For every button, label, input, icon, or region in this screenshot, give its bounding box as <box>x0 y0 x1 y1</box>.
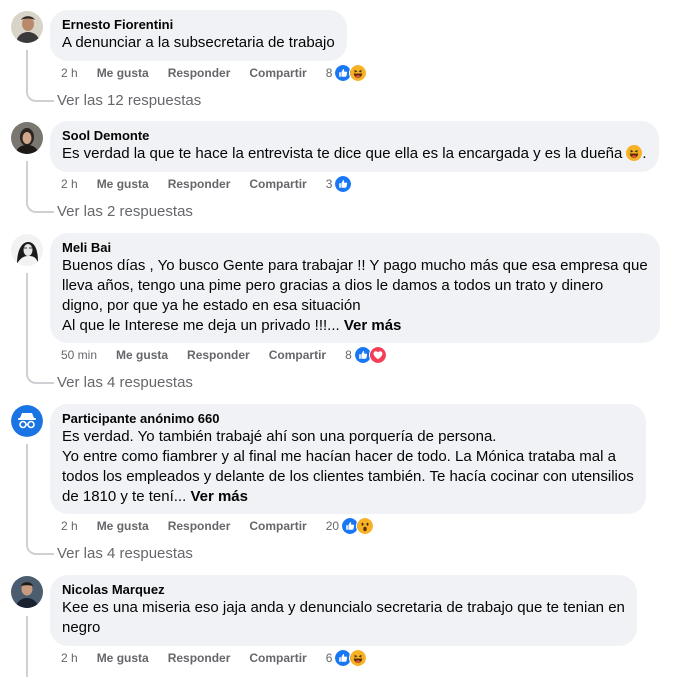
avatar[interactable] <box>11 122 43 154</box>
share-button[interactable]: Compartir <box>249 651 306 665</box>
see-more-link[interactable]: Ver más <box>190 488 248 505</box>
reply-button[interactable]: Responder <box>187 348 250 362</box>
comment-time[interactable]: 2 h <box>61 66 78 80</box>
comment-text-suffix: . <box>642 145 647 162</box>
reply-button[interactable]: Responder <box>168 651 231 665</box>
like-button[interactable]: Me gusta <box>97 66 149 80</box>
comment-actions: 2 h Me gusta Responder Compartir 8 <box>61 64 368 82</box>
grinning-emoji-icon <box>626 145 642 161</box>
comment-bubble: Nicolas Marquez Kee es una miseria eso j… <box>50 575 637 646</box>
reaction-summary[interactable]: 8 <box>326 64 368 82</box>
comment-actions: 2 h Me gusta Responder Compartir 6 <box>61 649 368 667</box>
haha-icon <box>349 649 368 667</box>
like-button[interactable]: Me gusta <box>116 348 168 362</box>
thread-connector <box>26 273 54 384</box>
comment-text: A denunciar a la subsecretaria de trabaj… <box>62 34 335 51</box>
haha-icon <box>349 64 368 82</box>
share-button[interactable]: Compartir <box>249 66 306 80</box>
comment-bubble: Meli Bai Buenos días , Yo busco Gente pa… <box>50 233 660 343</box>
comment-text: Buenos días , Yo busco Gente para trabaj… <box>62 256 648 336</box>
comment-time[interactable]: 2 h <box>61 519 78 533</box>
comment-author[interactable]: Participante anónimo 660 <box>62 411 634 427</box>
comment-bubble: Ernesto Fiorentini A denunciar a la subs… <box>50 10 347 61</box>
comment-text-body: Es verdad la que te hace la entrevista t… <box>62 145 623 162</box>
love-icon <box>368 346 387 364</box>
reaction-count: 20 <box>325 519 340 533</box>
avatar[interactable] <box>11 11 43 43</box>
thread-connector <box>26 616 54 677</box>
reaction-summary[interactable]: 3 <box>326 175 353 193</box>
see-more-link[interactable]: Ver más <box>344 317 402 334</box>
wow-icon <box>356 517 375 535</box>
comment-time[interactable]: 2 h <box>61 177 78 191</box>
avatar[interactable] <box>11 234 43 266</box>
avatar[interactable] <box>11 576 43 608</box>
view-replies-link[interactable]: Ver las 12 respuestas <box>57 92 201 110</box>
reaction-count: 8 <box>325 66 333 80</box>
share-button[interactable]: Compartir <box>249 177 306 191</box>
comment-bubble: Sool Demonte Es verdad la que te hace la… <box>50 121 659 172</box>
comment-text: Kee es una miseria eso jaja anda y denun… <box>62 599 625 636</box>
share-button[interactable]: Compartir <box>269 348 326 362</box>
share-button[interactable]: Compartir <box>249 519 306 533</box>
comment-author[interactable]: Meli Bai <box>62 240 648 256</box>
comment-author[interactable]: Sool Demonte <box>62 128 647 144</box>
comment-text: Es verdad la que te hace la entrevista t… <box>62 144 647 164</box>
thread-connector <box>26 444 54 555</box>
comment-bubble: Participante anónimo 660 Es verdad. Yo t… <box>50 404 646 514</box>
like-button[interactable]: Me gusta <box>97 519 149 533</box>
thread-connector <box>26 161 54 213</box>
like-button[interactable]: Me gusta <box>97 651 149 665</box>
comment-actions: 2 h Me gusta Responder Compartir 3 <box>61 175 353 193</box>
reaction-summary[interactable]: 8 <box>345 346 387 364</box>
reply-button[interactable]: Responder <box>168 66 231 80</box>
reaction-count: 6 <box>325 651 333 665</box>
comment-time[interactable]: 2 h <box>61 651 78 665</box>
reaction-summary[interactable]: 20 <box>325 517 375 535</box>
comment-text: Es verdad. Yo también trabajé ahí son un… <box>62 427 634 507</box>
comment-actions: 2 h Me gusta Responder Compartir 20 <box>61 517 375 535</box>
reaction-count: 3 <box>325 177 333 191</box>
reaction-summary[interactable]: 6 <box>326 649 368 667</box>
comment-text-body: Es verdad. Yo también trabajé ahí son un… <box>62 428 634 505</box>
view-replies-link[interactable]: Ver las 2 respuestas <box>57 203 193 221</box>
comment-time[interactable]: 50 min <box>61 348 97 362</box>
like-icon <box>334 175 353 193</box>
comment-author[interactable]: Ernesto Fiorentini <box>62 17 335 33</box>
avatar[interactable] <box>11 405 43 437</box>
view-replies-link[interactable]: Ver las 4 respuestas <box>57 374 193 392</box>
like-button[interactable]: Me gusta <box>97 177 149 191</box>
view-replies-link[interactable]: Ver las 4 respuestas <box>57 545 193 563</box>
comment-actions: 50 min Me gusta Responder Compartir 8 <box>61 346 387 364</box>
reply-button[interactable]: Responder <box>168 177 231 191</box>
thread-connector <box>26 50 54 102</box>
reaction-count: 8 <box>345 348 352 362</box>
reply-button[interactable]: Responder <box>168 519 231 533</box>
comment-author[interactable]: Nicolas Marquez <box>62 582 625 598</box>
